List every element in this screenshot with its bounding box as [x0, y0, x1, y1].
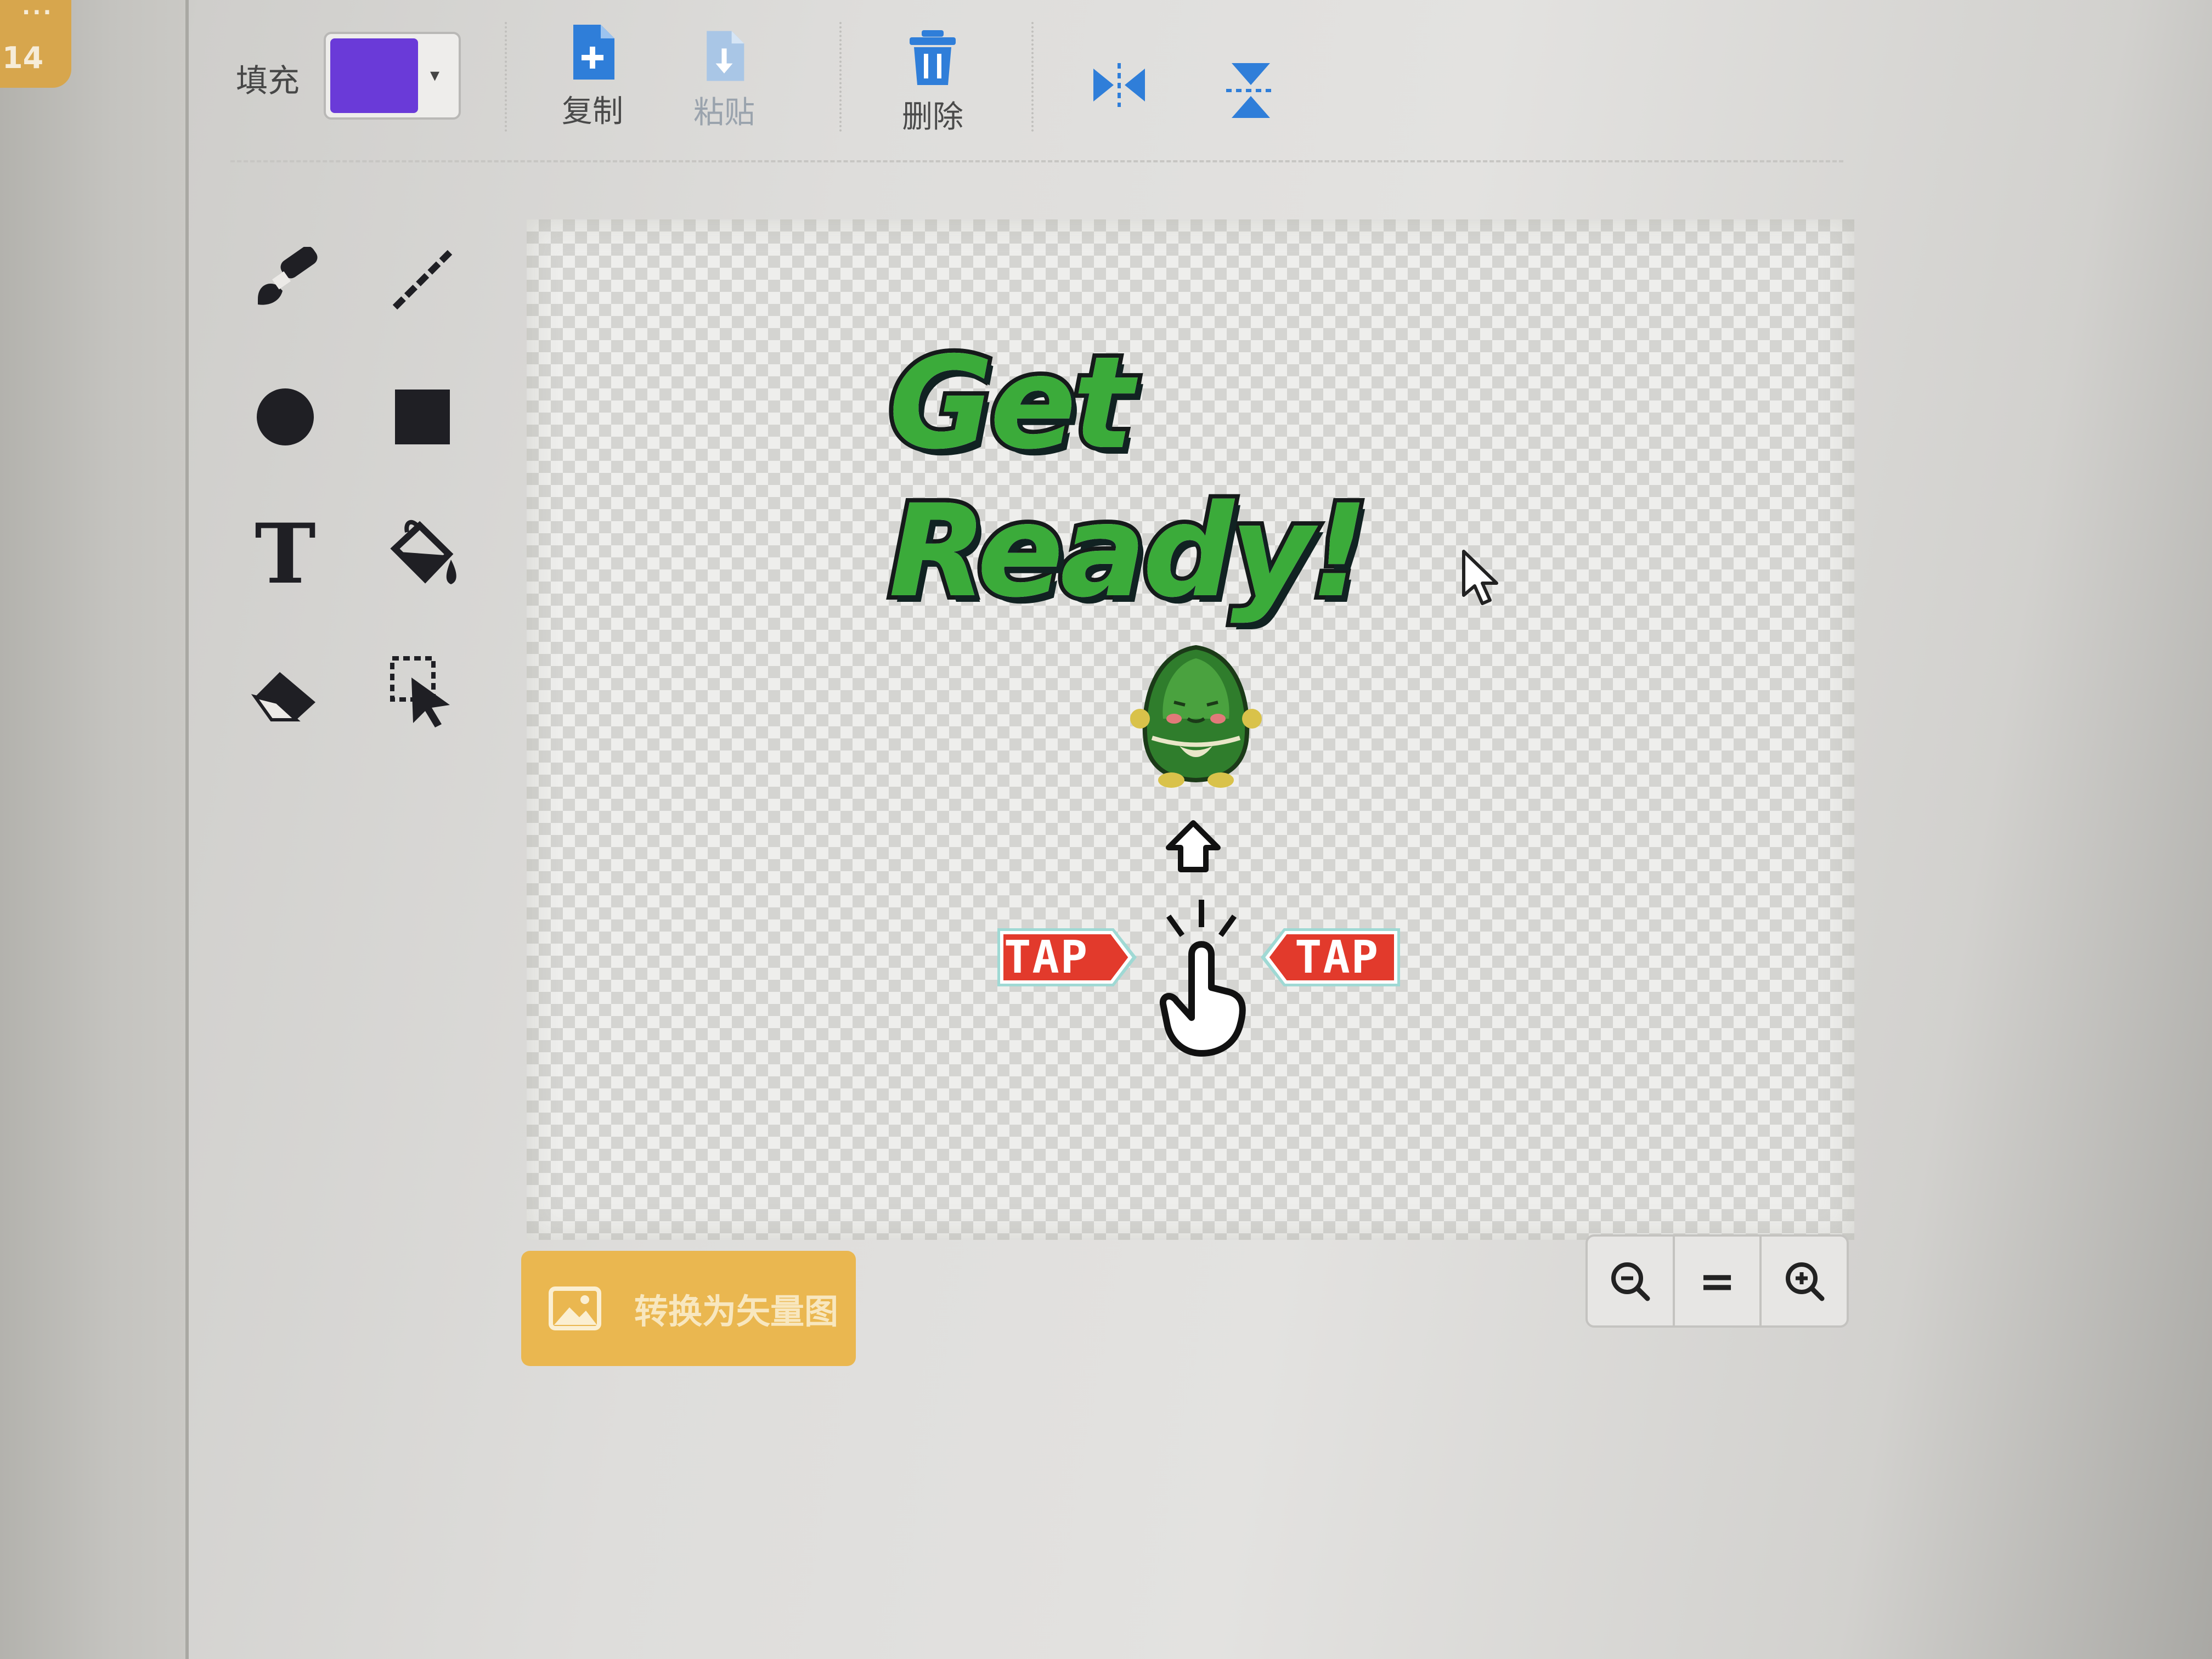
tap-right-label: TAP: [1256, 922, 1404, 993]
paste-button[interactable]: 粘贴: [680, 29, 768, 132]
paint-toolbar: 填充 ▾ 复制 粘贴 删除: [208, 11, 1854, 148]
arrow-up-icon: [1166, 820, 1221, 872]
toolbar-separator: [839, 22, 842, 132]
paint-bucket-icon: [390, 520, 456, 584]
paste-icon: [707, 31, 744, 81]
fill-label: 填充: [236, 62, 300, 99]
character-sprite-icon: [1130, 645, 1262, 788]
dropdown-caret-icon: ▾: [430, 64, 440, 86]
fill-tool[interactable]: [379, 510, 466, 598]
get-ready-text: Get Ready!: [884, 325, 1373, 630]
fill-color-swatch: [330, 38, 418, 113]
toolbar-separator: [1031, 22, 1034, 132]
zoom-reset-label: =: [1699, 1255, 1736, 1307]
sidebar-edge: [0, 0, 187, 1659]
get-ready-title-sprite: Get Ready!: [884, 325, 1514, 630]
zoom-reset-button[interactable]: =: [1675, 1237, 1762, 1325]
line-icon: [392, 250, 453, 310]
rectangle-icon: [395, 390, 450, 444]
zoom-controls: =: [1585, 1234, 1849, 1328]
zoom-out-button[interactable]: [1588, 1237, 1675, 1325]
toolbar-separator: [505, 22, 507, 132]
fill-color-picker[interactable]: ▾: [324, 32, 461, 120]
flip-horizontal-button[interactable]: [1086, 60, 1152, 110]
brush-icon: [258, 247, 318, 305]
screen: ··· 14 填充 ▾ 复制 粘贴 删除 T Get Ready! TAP TA…: [0, 0, 2212, 1659]
flip-horizontal-icon: [1093, 63, 1145, 107]
convert-to-vector-label: 转换为矢量图: [634, 1291, 839, 1331]
copy-icon: [573, 25, 614, 80]
costume-badge-dots: ···: [22, 0, 54, 25]
rectangle-tool[interactable]: [379, 373, 466, 461]
mouse-pointer-icon: [1462, 550, 1498, 605]
circle-icon: [257, 388, 314, 445]
trash-icon: [910, 30, 956, 85]
drawing-canvas[interactable]: Get Ready! TAP TAP: [527, 219, 1854, 1240]
line-tool[interactable]: [379, 236, 466, 324]
tap-right-text: TAP: [1295, 932, 1380, 984]
zoom-in-icon: [1785, 1262, 1825, 1301]
eraser-tool[interactable]: [241, 647, 329, 735]
image-icon: [549, 1286, 601, 1330]
tap-hand-icon: [1159, 900, 1246, 1057]
convert-to-vector-button[interactable]: 转换为矢量图: [521, 1251, 856, 1366]
zoom-out-icon: [1611, 1262, 1650, 1301]
costume-number-badge[interactable]: ··· 14: [0, 0, 71, 88]
delete-label: 删除: [902, 99, 963, 135]
flip-vertical-icon: [1226, 63, 1276, 118]
eraser-icon: [251, 672, 315, 721]
paste-label: 粘贴: [693, 95, 755, 131]
select-tool[interactable]: [379, 647, 466, 735]
text-tool[interactable]: T: [241, 510, 329, 598]
sidebar-divider: [185, 0, 189, 1659]
tool-palette: T: [241, 236, 494, 757]
select-icon: [390, 656, 450, 727]
copy-button[interactable]: 复制: [549, 22, 636, 131]
copy-label: 复制: [562, 94, 623, 129]
zoom-in-button[interactable]: [1762, 1237, 1847, 1325]
delete-button[interactable]: 删除: [889, 27, 977, 137]
text-icon: T: [255, 506, 316, 602]
flip-vertical-button[interactable]: [1218, 60, 1284, 121]
tap-left-label: TAP: [993, 922, 1141, 993]
tap-left-text: TAP: [1004, 932, 1089, 984]
brush-tool[interactable]: [241, 236, 329, 324]
circle-tool[interactable]: [241, 373, 329, 461]
toolbar-divider: [230, 160, 1843, 162]
costume-number: 14: [2, 41, 44, 75]
